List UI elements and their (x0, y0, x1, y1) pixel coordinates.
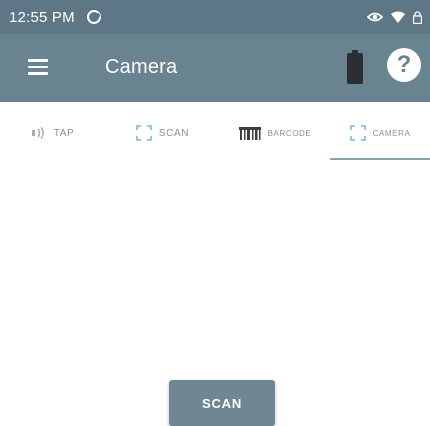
tab-label: BARCODE (267, 128, 312, 138)
status-time: 12:55 PM (9, 8, 75, 26)
tab-label: CAMERA (372, 128, 411, 138)
menu-icon[interactable] (28, 59, 48, 75)
lock-icon (413, 10, 422, 24)
status-bar: 12:55 PM (0, 0, 430, 34)
app-bar: Camera ? (0, 34, 430, 102)
tab-barcode[interactable]: BARCODE (220, 102, 330, 164)
status-icons (367, 10, 422, 24)
tab-scan[interactable]: SCAN (110, 102, 215, 164)
tab-tap[interactable]: TAP (0, 102, 105, 164)
tab-camera[interactable]: CAMERA (330, 102, 430, 164)
scan-frame-icon (136, 125, 152, 141)
active-tab-indicator (330, 158, 430, 160)
help-icon[interactable]: ? (387, 48, 421, 82)
battery-icon (347, 50, 363, 84)
app-notification-icon (86, 10, 101, 24)
tab-bar: TAP SCAN BARCODE CAMERA (0, 102, 430, 164)
wifi-icon (391, 11, 405, 23)
eye-icon (367, 12, 383, 22)
tab-label: SCAN (158, 127, 190, 139)
nfc-tap-icon (31, 127, 44, 139)
page-title: Camera (105, 56, 178, 78)
tab-label: TAP (53, 127, 75, 139)
camera-frame-icon (349, 125, 366, 141)
barcode-icon (238, 126, 261, 140)
scan-button[interactable]: SCAN (169, 380, 275, 426)
